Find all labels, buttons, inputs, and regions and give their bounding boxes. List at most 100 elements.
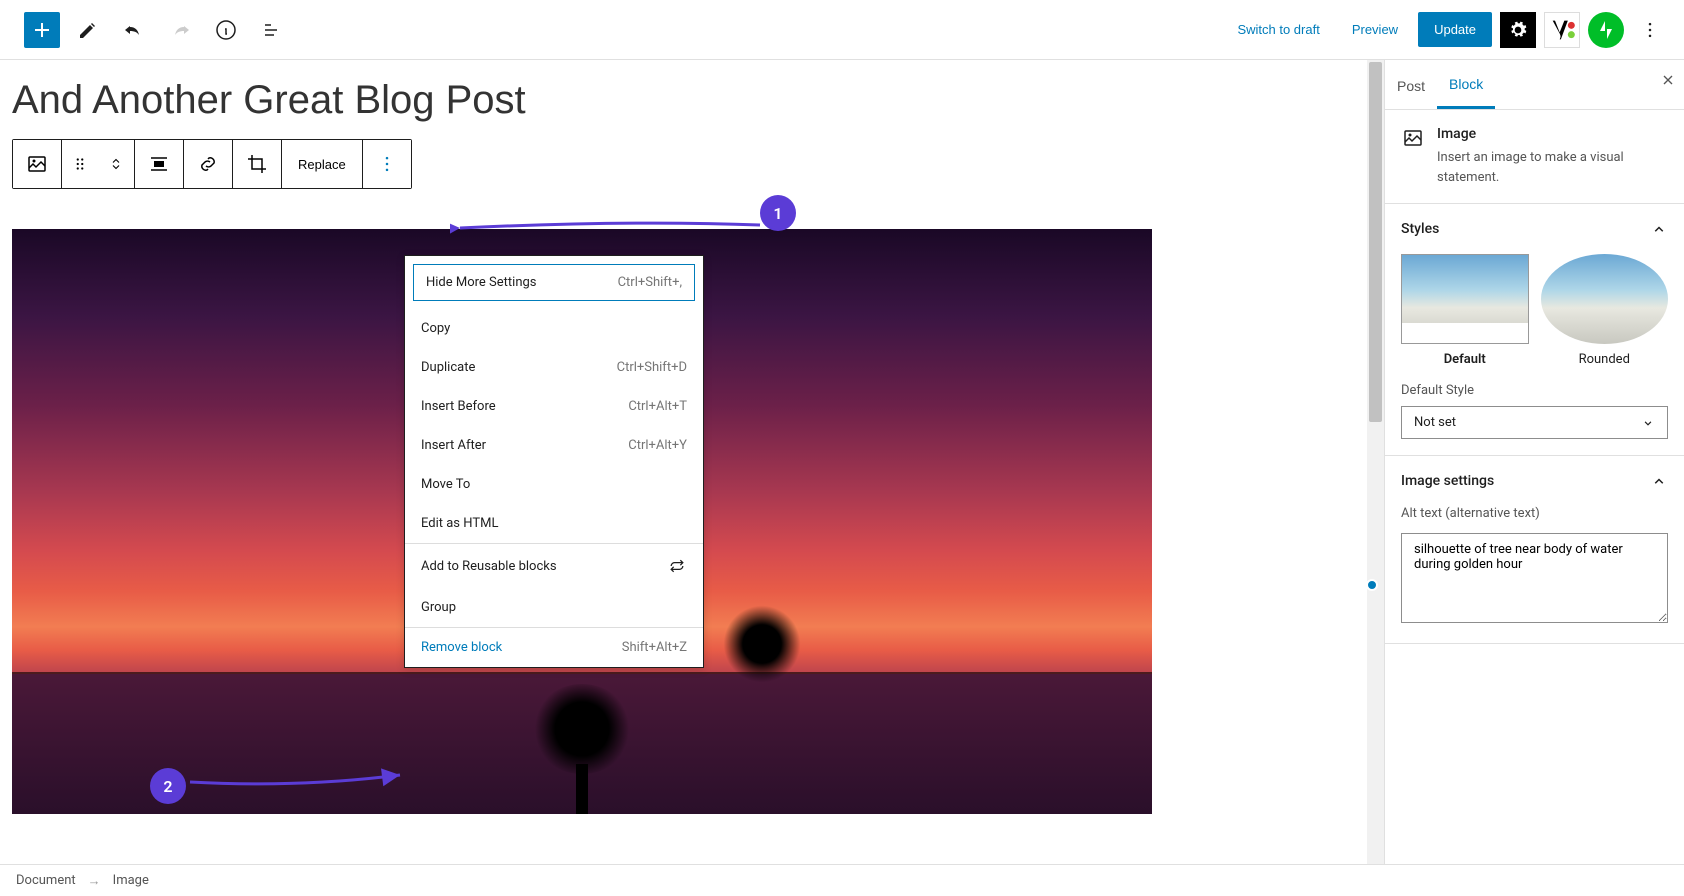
menu-item-label: Group: [421, 600, 456, 615]
menu-item-label: Move To: [421, 477, 470, 492]
move-up-down-button[interactable]: [98, 140, 134, 188]
menu-remove-block[interactable]: Remove block Shift+Alt+Z: [405, 628, 703, 667]
outline-button[interactable]: [254, 12, 290, 48]
default-style-label: Default Style: [1401, 383, 1668, 398]
block-type-description: Insert an image to make a visual stateme…: [1437, 148, 1668, 187]
chevron-up-icon: [1650, 220, 1668, 238]
chevron-up-icon: [1650, 472, 1668, 490]
vertical-dots-icon: [377, 154, 397, 174]
info-icon: [214, 18, 238, 42]
info-button[interactable]: [208, 12, 244, 48]
block-toolbar: Replace: [12, 139, 412, 189]
annotation-badge-1: 1: [760, 195, 796, 231]
breadcrumb-document[interactable]: Document: [16, 873, 76, 888]
image-icon: [1401, 126, 1425, 150]
menu-item-shortcut: Ctrl+Alt+T: [628, 399, 687, 414]
add-block-button[interactable]: [24, 12, 60, 48]
block-type-button[interactable]: [13, 140, 61, 188]
gear-icon: [1508, 20, 1528, 40]
select-value: Not set: [1414, 415, 1456, 430]
style-option-default[interactable]: Default: [1401, 254, 1529, 367]
menu-duplicate[interactable]: Duplicate Ctrl+Shift+D: [405, 348, 703, 387]
menu-group[interactable]: Group: [405, 588, 703, 627]
menu-insert-after[interactable]: Insert After Ctrl+Alt+Y: [405, 426, 703, 465]
yoast-icon: [1548, 16, 1576, 44]
more-menu-button[interactable]: [1632, 12, 1668, 48]
menu-item-label: Duplicate: [421, 360, 475, 375]
panel-title: Styles: [1401, 221, 1439, 237]
menu-add-reusable[interactable]: Add to Reusable blocks: [405, 544, 703, 588]
pencil-icon: [76, 18, 100, 42]
list-view-icon: [260, 18, 284, 42]
align-icon: [147, 152, 171, 176]
menu-item-shortcut: Ctrl+Shift+D: [617, 360, 687, 375]
menu-item-shortcut: Ctrl+Alt+Y: [628, 438, 687, 453]
post-title[interactable]: And Another Great Blog Post: [0, 60, 1384, 131]
plus-icon: [30, 18, 54, 42]
menu-item-shortcut: Ctrl+Shift+,: [618, 275, 682, 290]
update-button[interactable]: Update: [1418, 12, 1492, 47]
settings-button[interactable]: [1500, 12, 1536, 48]
menu-item-label: Remove block: [421, 640, 502, 655]
image-settings-panel-toggle[interactable]: Image settings: [1401, 472, 1668, 490]
toolbar-right: Switch to draft Preview Update: [1225, 12, 1676, 48]
breadcrumb-image[interactable]: Image: [113, 873, 149, 888]
style-option-rounded[interactable]: Rounded: [1541, 254, 1669, 367]
image-icon: [25, 152, 49, 176]
close-icon: [1660, 72, 1676, 88]
settings-sidebar: Post Block Image Insert an image to make…: [1384, 60, 1684, 864]
link-button[interactable]: [184, 140, 232, 188]
breadcrumb-separator-icon: →: [88, 873, 101, 889]
alt-text-label: Alt text (alternative text): [1401, 506, 1668, 521]
yoast-button[interactable]: [1544, 12, 1580, 48]
undo-icon: [122, 18, 146, 42]
menu-insert-before[interactable]: Insert Before Ctrl+Alt+T: [405, 387, 703, 426]
menu-edit-as-html[interactable]: Edit as HTML: [405, 504, 703, 543]
styles-panel-toggle[interactable]: Styles: [1401, 220, 1668, 238]
redo-icon: [168, 18, 192, 42]
block-info-panel: Image Insert an image to make a visual s…: [1385, 110, 1684, 204]
menu-item-label: Copy: [421, 321, 450, 336]
panel-title: Image settings: [1401, 473, 1494, 489]
block-type-name: Image: [1437, 126, 1668, 142]
toolbar-left: [8, 12, 290, 48]
replace-button[interactable]: Replace: [282, 140, 362, 188]
annotation-badge-2: 2: [150, 768, 186, 804]
jetpack-button[interactable]: [1588, 12, 1624, 48]
top-toolbar: Switch to draft Preview Update: [0, 0, 1684, 60]
switch-to-draft-button[interactable]: Switch to draft: [1225, 14, 1331, 45]
align-button[interactable]: [135, 140, 183, 188]
styles-panel: Styles Default Rounded De: [1385, 204, 1684, 456]
drag-dots-icon: [71, 155, 89, 173]
style-preview-rounded: [1541, 254, 1669, 344]
default-style-select[interactable]: Not set: [1401, 406, 1668, 439]
alt-text-field[interactable]: [1401, 533, 1668, 623]
drag-handle-button[interactable]: [62, 140, 98, 188]
undo-button[interactable]: [116, 12, 152, 48]
menu-item-shortcut: Shift+Alt+Z: [622, 640, 687, 655]
chevron-down-icon: [1641, 416, 1655, 430]
annotation-arrow-1: [450, 210, 770, 250]
tab-post[interactable]: Post: [1385, 62, 1437, 108]
menu-copy[interactable]: Copy: [405, 309, 703, 348]
preview-button[interactable]: Preview: [1340, 14, 1410, 45]
crop-button[interactable]: [233, 140, 281, 188]
chevrons-icon: [107, 155, 125, 173]
menu-item-label: Add to Reusable blocks: [421, 559, 557, 574]
menu-move-to[interactable]: Move To: [405, 465, 703, 504]
edit-mode-button[interactable]: [70, 12, 106, 48]
image-settings-panel: Image settings Alt text (alternative tex…: [1385, 456, 1684, 644]
menu-item-label: Insert Before: [421, 399, 496, 414]
tab-block[interactable]: Block: [1437, 60, 1495, 109]
resize-handle[interactable]: [1366, 579, 1378, 591]
link-icon: [196, 152, 220, 176]
redo-button[interactable]: [162, 12, 198, 48]
block-more-options-button[interactable]: [363, 140, 411, 188]
menu-item-label: Edit as HTML: [421, 516, 498, 531]
menu-hide-more-settings[interactable]: Hide More Settings Ctrl+Shift+,: [413, 264, 695, 301]
close-sidebar-button[interactable]: [1660, 72, 1676, 88]
crop-icon: [245, 152, 269, 176]
style-preview-default: [1401, 254, 1529, 344]
block-options-dropdown: Hide More Settings Ctrl+Shift+, Copy Dup…: [404, 255, 704, 668]
sidebar-tabs: Post Block: [1385, 60, 1684, 110]
